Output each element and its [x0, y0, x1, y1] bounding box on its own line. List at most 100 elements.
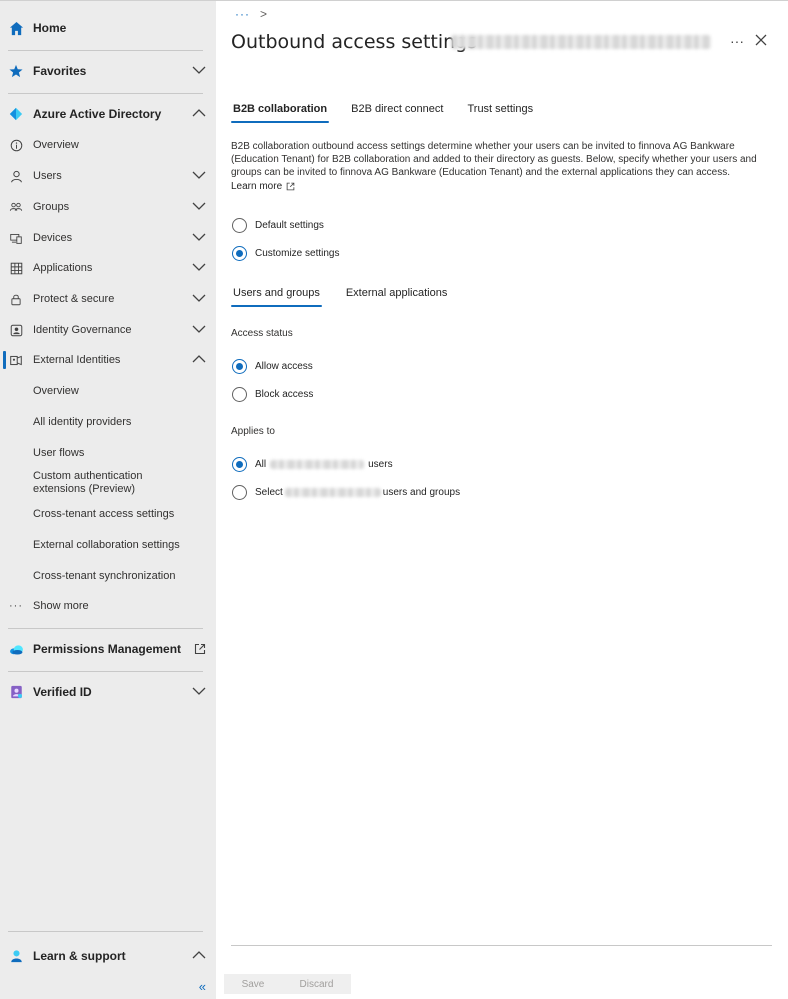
nav-show-more[interactable]: ··· Show more [0, 591, 216, 621]
nav-home-label: Home [33, 21, 67, 35]
main-tabs: B2B collaboration B2B direct connect Tru… [231, 101, 555, 123]
radio-default-settings[interactable]: Default settings [232, 218, 324, 233]
nav-user-flows-label: User flows [33, 447, 85, 459]
identity-governance-icon [8, 322, 24, 338]
nav-cross-tenant-access-settings[interactable]: Cross-tenant access settings [0, 499, 216, 529]
divider [8, 50, 203, 51]
nav-applications[interactable]: Applications [0, 253, 216, 283]
footer-actions: Save Discard [224, 974, 351, 994]
nav-groups[interactable]: Groups [0, 192, 216, 222]
tab-trust-settings[interactable]: Trust settings [465, 101, 535, 123]
nav-user-flows[interactable]: User flows [0, 438, 216, 468]
save-button[interactable]: Save [242, 979, 265, 990]
redacted-tenant-name [284, 488, 381, 497]
tab-external-applications[interactable]: External applications [344, 285, 450, 307]
chevron-up-icon[interactable] [192, 354, 206, 364]
nav-external-identities-label: External Identities [33, 354, 121, 366]
chevron-down-icon[interactable] [192, 324, 206, 334]
nav-permissions-label: Permissions Management [33, 642, 182, 656]
outbound-access-settings-blade: ··· > Outbound access settings ··· B2B c… [216, 0, 788, 999]
radio-circle[interactable] [232, 485, 247, 500]
chevron-up-icon[interactable] [192, 108, 206, 118]
access-status-label: Access status [231, 328, 293, 339]
divider [8, 671, 203, 672]
close-icon[interactable] [753, 32, 769, 48]
radio-block-access[interactable]: Block access [232, 387, 313, 402]
radio-allow-access[interactable]: Allow access [232, 359, 313, 374]
more-options-button[interactable]: ··· [730, 33, 744, 49]
nav-all-identity-providers-label: All identity providers [33, 416, 132, 428]
radio-circle-selected[interactable] [232, 457, 247, 472]
nav-overview[interactable]: Overview [0, 130, 216, 160]
nav-all-identity-providers[interactable]: All identity providers [0, 407, 216, 437]
footer-divider [231, 945, 772, 946]
nav-external-collaboration-label: External collaboration settings [33, 539, 180, 551]
nav-learn-support[interactable]: Learn & support [0, 941, 216, 971]
radio-customize-settings[interactable]: Customize settings [232, 246, 339, 261]
divider [8, 93, 203, 94]
radio-select-users-groups[interactable]: Select users and groups [232, 485, 460, 500]
chevron-down-icon[interactable] [192, 65, 206, 75]
redacted-tenant-name [270, 460, 365, 469]
collapse-sidebar-button[interactable]: « [199, 979, 206, 994]
nav-groups-label: Groups [33, 201, 70, 213]
applications-icon [8, 260, 24, 276]
all-prefix: All [255, 459, 267, 470]
nav-cross-tenant-sync-label: Cross-tenant synchronization [33, 570, 176, 582]
all-suffix: users [368, 459, 393, 470]
nav-users[interactable]: Users [0, 161, 216, 191]
nav-show-more-label: Show more [33, 600, 89, 612]
tab-users-and-groups[interactable]: Users and groups [231, 285, 322, 307]
radio-block-access-label: Block access [255, 389, 314, 400]
left-navigation: Home Favorites Azure Active Directory Ov… [0, 0, 216, 999]
nav-cross-tenant-synchronization[interactable]: Cross-tenant synchronization [0, 561, 216, 591]
nav-identity-governance[interactable]: Identity Governance [0, 315, 216, 345]
chevron-down-icon[interactable] [192, 293, 206, 303]
chevron-down-icon[interactable] [192, 262, 206, 272]
radio-circle[interactable] [232, 218, 247, 233]
lock-icon [8, 291, 24, 307]
page-title: Outbound access settings [231, 31, 478, 53]
nav-aad-label: Azure Active Directory [33, 107, 162, 121]
radio-circle-selected[interactable] [232, 359, 247, 374]
nav-custom-auth-extensions-label: Custom authentication extensions (Previe… [33, 470, 143, 495]
radio-circle[interactable] [232, 387, 247, 402]
breadcrumb-ellipsis[interactable]: ··· [235, 7, 250, 21]
chevron-down-icon[interactable] [192, 201, 206, 211]
divider [8, 628, 203, 629]
chevron-down-icon[interactable] [192, 232, 206, 242]
nav-home[interactable]: Home [0, 13, 216, 43]
radio-circle-selected[interactable] [232, 246, 247, 261]
radio-all-users[interactable]: All users [232, 457, 393, 472]
nav-protect-label: Protect & secure [33, 293, 115, 305]
nav-learn-support-label: Learn & support [33, 949, 126, 963]
nav-custom-auth-extensions[interactable]: Custom authentication extensions (Previe… [0, 468, 216, 498]
tab-b2b-collaboration[interactable]: B2B collaboration [231, 101, 330, 123]
nav-external-collaboration-settings[interactable]: External collaboration settings [0, 530, 216, 560]
nav-azure-active-directory[interactable]: Azure Active Directory [0, 99, 216, 129]
tab-b2b-direct-connect[interactable]: B2B direct connect [349, 101, 445, 123]
external-link-icon[interactable] [194, 643, 206, 655]
chevron-down-icon[interactable] [192, 170, 206, 180]
nav-identity-governance-label: Identity Governance [33, 324, 132, 336]
nav-devices-label: Devices [33, 232, 73, 244]
chevron-down-icon[interactable] [192, 686, 206, 696]
learn-more-label: Learn more [231, 181, 283, 192]
nav-favorites[interactable]: Favorites [0, 56, 216, 86]
nav-devices[interactable]: Devices [0, 223, 216, 253]
nav-permissions-management[interactable]: Permissions Management [0, 634, 216, 664]
user-icon [8, 168, 24, 184]
nav-external-identities[interactable]: External Identities [0, 345, 216, 375]
chevron-up-icon[interactable] [192, 950, 206, 960]
radio-select-users-groups-label: Select users and groups [255, 487, 460, 498]
nav-favorites-label: Favorites [33, 64, 87, 78]
discard-button[interactable]: Discard [300, 979, 334, 990]
nav-ext-overview[interactable]: Overview [0, 376, 216, 406]
nav-verified-id[interactable]: Verified ID [0, 677, 216, 707]
external-link-icon [286, 182, 295, 191]
learn-more-link[interactable]: Learn more [231, 181, 295, 192]
nav-ext-overview-label: Overview [33, 385, 79, 397]
nav-users-label: Users [33, 170, 62, 182]
info-icon [8, 137, 24, 153]
nav-protect-secure[interactable]: Protect & secure [0, 284, 216, 314]
